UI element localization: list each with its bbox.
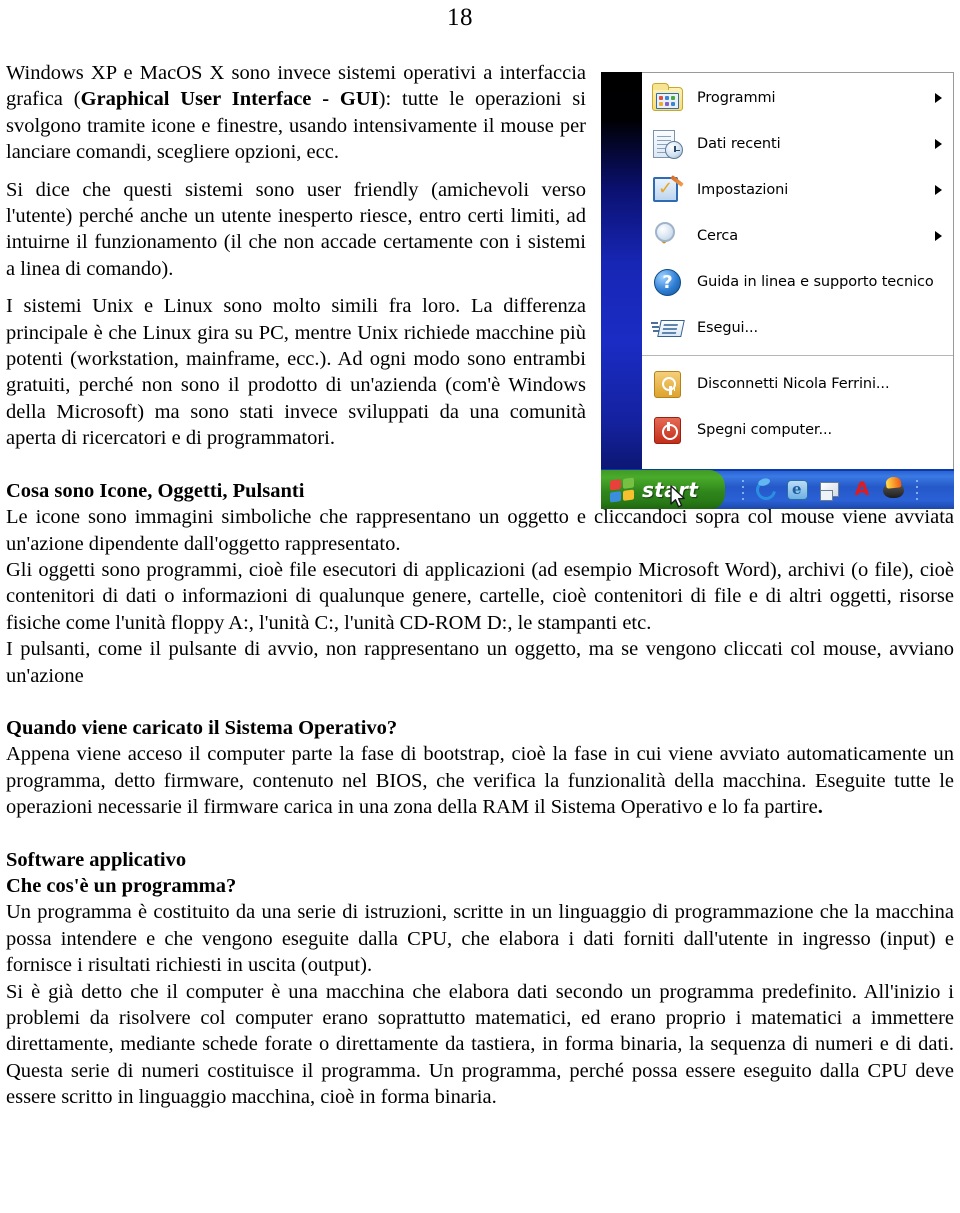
icone-paragraph-3: I pulsanti, come il pulsante di avvio, n… <box>6 638 954 687</box>
menu-item-label: Spegni computer... <box>697 422 832 438</box>
software-paragraph-1: Un programma è costituito da una serie d… <box>6 901 954 977</box>
menu-item-disconnetti[interactable]: Disconnetti Nicola Ferrini... <box>642 361 953 407</box>
menu-item-label: Guida in linea e supporto tecnico <box>697 274 934 290</box>
logoff-key-icon <box>651 368 684 401</box>
menu-item-label: Disconnetti Nicola Ferrini... <box>697 376 890 392</box>
menu-item-impostazioni[interactable]: ✓ Impostazioni <box>642 167 953 213</box>
icone-paragraph-2: Gli oggetti sono programmi, cioè file es… <box>6 558 954 634</box>
menu-item-guida-in-linea[interactable]: ? Guida in linea e supporto tecnico <box>642 259 953 305</box>
text-column-narrow: Windows XP e MacOS X sono invece sistemi… <box>6 60 586 452</box>
section-boot: Quando viene caricato il Sistema Operati… <box>6 715 954 821</box>
help-question-icon: ? <box>651 266 684 299</box>
nero-burning-icon[interactable] <box>883 479 905 501</box>
start-menu-panel: Windows XP Professional Programmi <box>601 72 954 509</box>
recent-documents-icon <box>651 128 684 161</box>
paragraph-1: Windows XP e MacOS X sono invece sistemi… <box>6 60 586 166</box>
run-window-icon <box>651 312 685 345</box>
start-menu-items-panel: Programmi Dati recenti ✓ Impostazioni Ce… <box>642 72 954 469</box>
menu-item-label: Cerca <box>697 228 739 244</box>
outlook-express-icon[interactable] <box>787 479 809 501</box>
submenu-chevron-right-icon <box>935 139 942 149</box>
heading-software-applicativo: Software applicativo <box>6 848 187 871</box>
section-software-applicativo: Software applicativo Che cos'è un progra… <box>6 847 954 1111</box>
boot-paragraph-1: Appena viene acceso il computer parte la… <box>6 741 954 820</box>
boot-p1-period: . <box>817 796 823 819</box>
heading-quando-viene-caricato: Quando viene caricato il Sistema Operati… <box>6 716 398 739</box>
start-button[interactable]: start <box>601 470 725 509</box>
windows-taskbar: start A <box>601 469 954 509</box>
internet-explorer-icon[interactable] <box>752 476 780 504</box>
windows-flag-icon <box>610 477 634 503</box>
paragraph-3: I sistemi Unix e Linux sono molto simili… <box>6 295 586 450</box>
menu-item-label: Programmi <box>697 90 776 106</box>
show-desktop-icon[interactable] <box>819 479 841 501</box>
menu-item-dati-recenti[interactable]: Dati recenti <box>642 121 953 167</box>
menu-separator <box>642 355 953 356</box>
taskbar-grip[interactable] <box>915 478 919 502</box>
heading-che-cose-un-programma: Che cos'è un programma? <box>6 874 237 897</box>
submenu-chevron-right-icon <box>935 93 942 103</box>
page-number: 18 <box>447 4 473 31</box>
search-magnifier-icon <box>651 220 684 253</box>
shutdown-power-icon <box>651 414 684 447</box>
quick-launch-grip[interactable] <box>741 478 745 502</box>
menu-item-label: Dati recenti <box>697 136 781 152</box>
quick-launch-bar: A <box>741 476 919 504</box>
software-paragraph-2: Si è già detto che il computer è una mac… <box>6 980 954 1109</box>
mouse-cursor-icon <box>670 485 685 508</box>
section-icone-oggetti-pulsanti: Cosa sono Icone, Oggetti, Pulsanti Le ic… <box>6 478 954 689</box>
programs-folder-icon <box>651 82 684 115</box>
boot-p1-text: Appena viene acceso il computer parte la… <box>6 743 954 819</box>
submenu-chevron-right-icon <box>935 231 942 241</box>
menu-item-spegni-computer[interactable]: Spegni computer... <box>642 407 953 453</box>
menu-item-label: Esegui... <box>697 320 758 336</box>
p1-run-2-bold: Graphical User Interface - GUI <box>80 88 379 111</box>
start-menu-brand-strip: Windows XP Professional <box>601 72 672 509</box>
windows-xp-start-menu-screenshot: Windows XP Professional Programmi <box>601 72 954 509</box>
menu-item-esegui[interactable]: Esegui... <box>642 305 953 351</box>
submenu-chevron-right-icon <box>935 185 942 195</box>
icone-paragraph-1: Le icone sono immagini simboliche che ra… <box>6 506 954 555</box>
acrobat-reader-icon[interactable]: A <box>851 479 873 501</box>
paragraph-2: Si dice che questi sistemi sono user fri… <box>6 178 586 280</box>
menu-item-programmi[interactable]: Programmi <box>642 75 953 121</box>
menu-item-label: Impostazioni <box>697 182 789 198</box>
menu-item-cerca[interactable]: Cerca <box>642 213 953 259</box>
settings-icon: ✓ <box>651 174 684 207</box>
